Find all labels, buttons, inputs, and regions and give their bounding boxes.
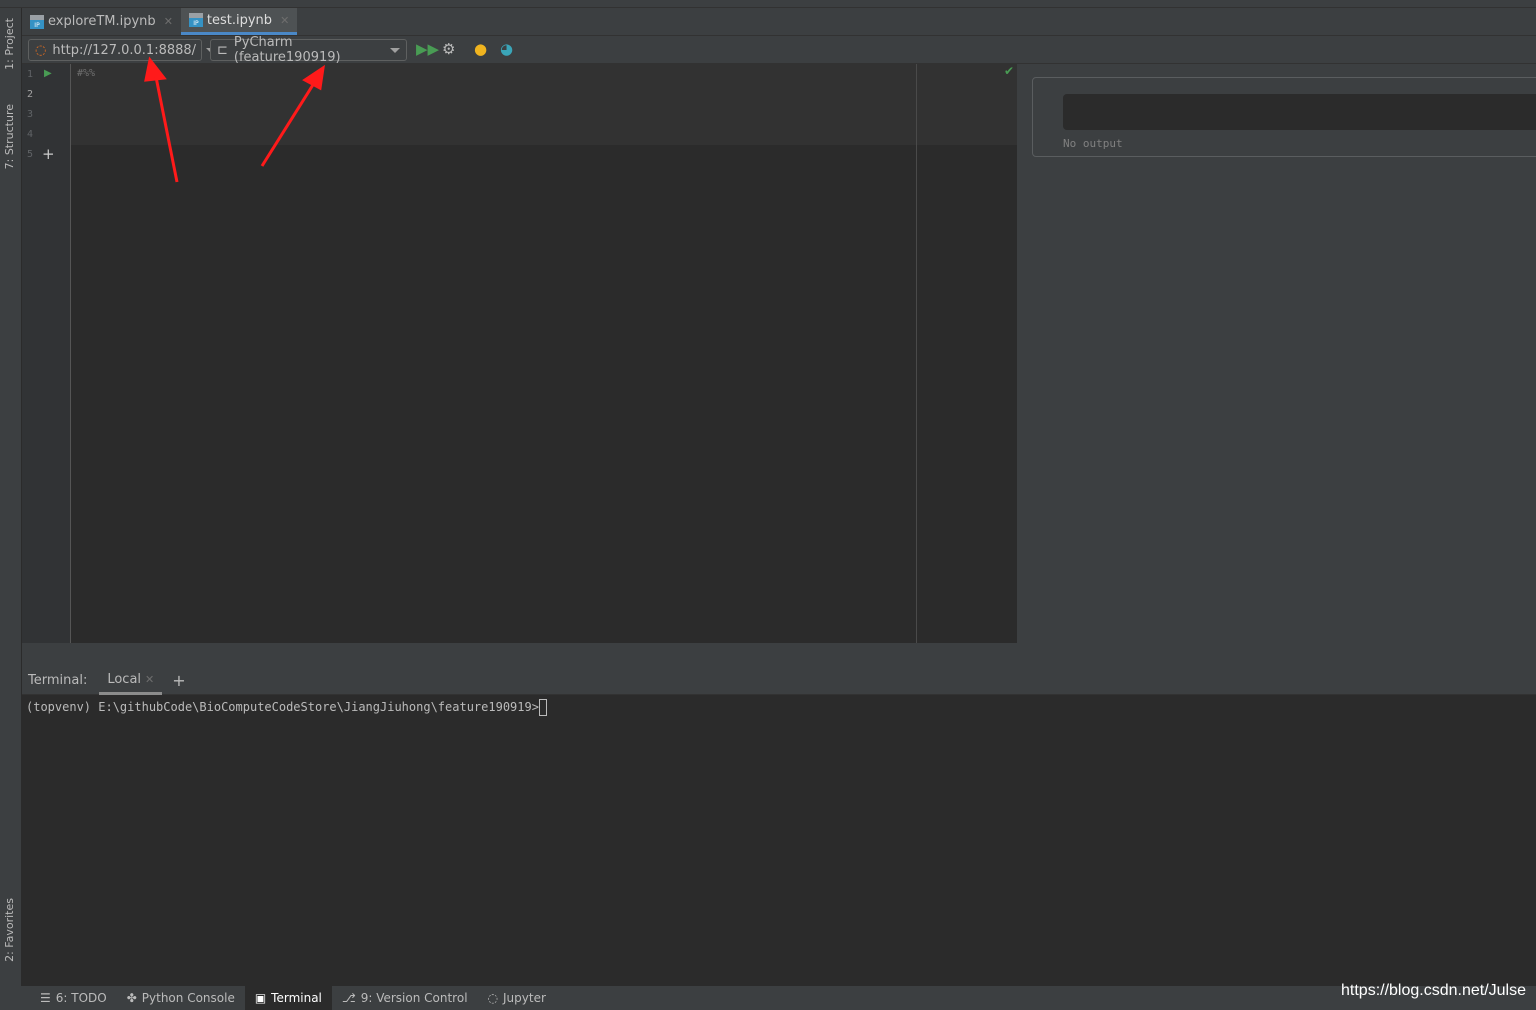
line-number: 5 bbox=[27, 149, 34, 160]
jupyter-icon: ◌ bbox=[35, 42, 47, 58]
status-label: 9: Version Control bbox=[360, 991, 468, 1005]
tab-exploretm[interactable]: IP exploreTM.ipynb ✕ bbox=[22, 8, 181, 35]
kernel-icon: ⊏ bbox=[217, 42, 228, 58]
new-terminal-icon[interactable]: + bbox=[172, 671, 185, 690]
close-icon[interactable]: ✕ bbox=[280, 14, 289, 27]
status-version-control[interactable]: ⎇ 9: Version Control bbox=[332, 986, 478, 1010]
kernel-name: PyCharm (feature190919) bbox=[233, 35, 341, 65]
watermark: https://blog.csdn.net/Julse bbox=[1341, 982, 1526, 999]
kernel-select[interactable]: ⊏ PyCharm (feature190919) bbox=[210, 35, 407, 65]
notebook-toolbar: ◌ http://127.0.0.1:8888/ ⊏ PyCharm (featur… bbox=[22, 35, 1536, 65]
left-tool-strip: 1: Project 7: Structure 2: Favorites bbox=[0, 8, 22, 986]
tab-label: exploreTM.ipynb bbox=[48, 14, 156, 29]
right-margin-guide bbox=[916, 64, 917, 643]
run-cell-icon[interactable]: ▶ bbox=[44, 68, 52, 79]
terminal-header: Terminal: Local ✕ + bbox=[22, 667, 1536, 695]
notebook-file-icon: IP bbox=[30, 14, 44, 29]
branch-icon: ⎇ bbox=[341, 991, 356, 1005]
no-output-text: No output bbox=[1063, 137, 1123, 150]
add-cell-icon[interactable]: + bbox=[42, 145, 55, 163]
status-terminal[interactable]: ▣ Terminal bbox=[244, 986, 332, 1010]
tab-test[interactable]: IP test.ipynb ✕ bbox=[180, 8, 298, 35]
terminal-icon: ▣ bbox=[254, 991, 267, 1005]
code-editor[interactable] bbox=[71, 64, 1017, 643]
status-python-console[interactable]: ✤ Python Console bbox=[117, 986, 245, 1010]
notebook-file-icon: IP bbox=[188, 13, 203, 27]
terminal-output[interactable]: (topvenv) E:\githubCode\BioComputeCodeSt… bbox=[22, 695, 1536, 986]
status-label: 6: TODO bbox=[55, 991, 107, 1005]
line-number: 2 bbox=[27, 89, 34, 100]
tool-favorites[interactable]: 2: Favorites bbox=[3, 898, 16, 962]
run-all-icon[interactable]: ▶▶ bbox=[416, 40, 439, 58]
code-cell[interactable]: #%% bbox=[71, 64, 1017, 145]
terminal-tab-label: Local bbox=[107, 671, 142, 687]
list-icon: ☰ bbox=[40, 991, 51, 1005]
lightbulb-icon[interactable]: ● bbox=[474, 40, 487, 58]
server-url: http://127.0.0.1:8888/ bbox=[52, 42, 197, 58]
chevron-down-icon bbox=[390, 47, 400, 53]
title-strip bbox=[0, 0, 1536, 8]
status-label: Python Console bbox=[141, 991, 235, 1005]
editor-gutter: 1 2 3 4 5 ▶ + bbox=[22, 64, 71, 643]
tool-window-bar: ☰ 6: TODO ✤ Python Console ▣ Terminal ⎇ 9: V… bbox=[0, 986, 1536, 1010]
server-url-select[interactable]: ◌ http://127.0.0.1:8888/ bbox=[28, 39, 217, 61]
terminal-prompt: (topvenv) E:\githubCode\BioComputeCodeSt… bbox=[26, 700, 539, 714]
status-jupyter[interactable]: ◌ Jupyter bbox=[478, 986, 556, 1010]
terminal-label: Terminal: bbox=[28, 673, 88, 688]
jupyter-icon: ◌ bbox=[487, 991, 499, 1005]
status-todo[interactable]: ☰ 6: TODO bbox=[30, 986, 117, 1010]
line-number: 1 bbox=[27, 69, 34, 80]
tool-structure[interactable]: 7: Structure bbox=[3, 104, 16, 169]
close-icon[interactable]: ✕ bbox=[145, 673, 154, 686]
close-icon[interactable]: ✕ bbox=[164, 15, 173, 28]
line-number: 3 bbox=[27, 109, 34, 120]
status-label: Terminal bbox=[271, 991, 322, 1005]
tab-label: test.ipynb bbox=[206, 12, 273, 28]
editor-tabs: IP exploreTM.ipynb ✕ IP test.ipynb ✕ bbox=[22, 8, 1536, 36]
tool-project[interactable]: 1: Project bbox=[3, 18, 16, 70]
python-upload-icon[interactable]: ◕ bbox=[500, 40, 513, 58]
cell-marker: #%% bbox=[77, 68, 96, 79]
interrupt-kernel-icon[interactable]: ⚙ bbox=[442, 40, 455, 58]
output-cell-input bbox=[1063, 94, 1536, 130]
terminal-tab-local[interactable]: Local ✕ bbox=[99, 667, 163, 695]
status-label: Jupyter bbox=[503, 991, 546, 1005]
terminal-cursor bbox=[538, 699, 547, 716]
python-icon: ✤ bbox=[126, 991, 137, 1005]
check-icon: ✔ bbox=[1004, 64, 1015, 78]
line-number: 4 bbox=[27, 129, 34, 140]
splitter[interactable] bbox=[22, 643, 1536, 667]
